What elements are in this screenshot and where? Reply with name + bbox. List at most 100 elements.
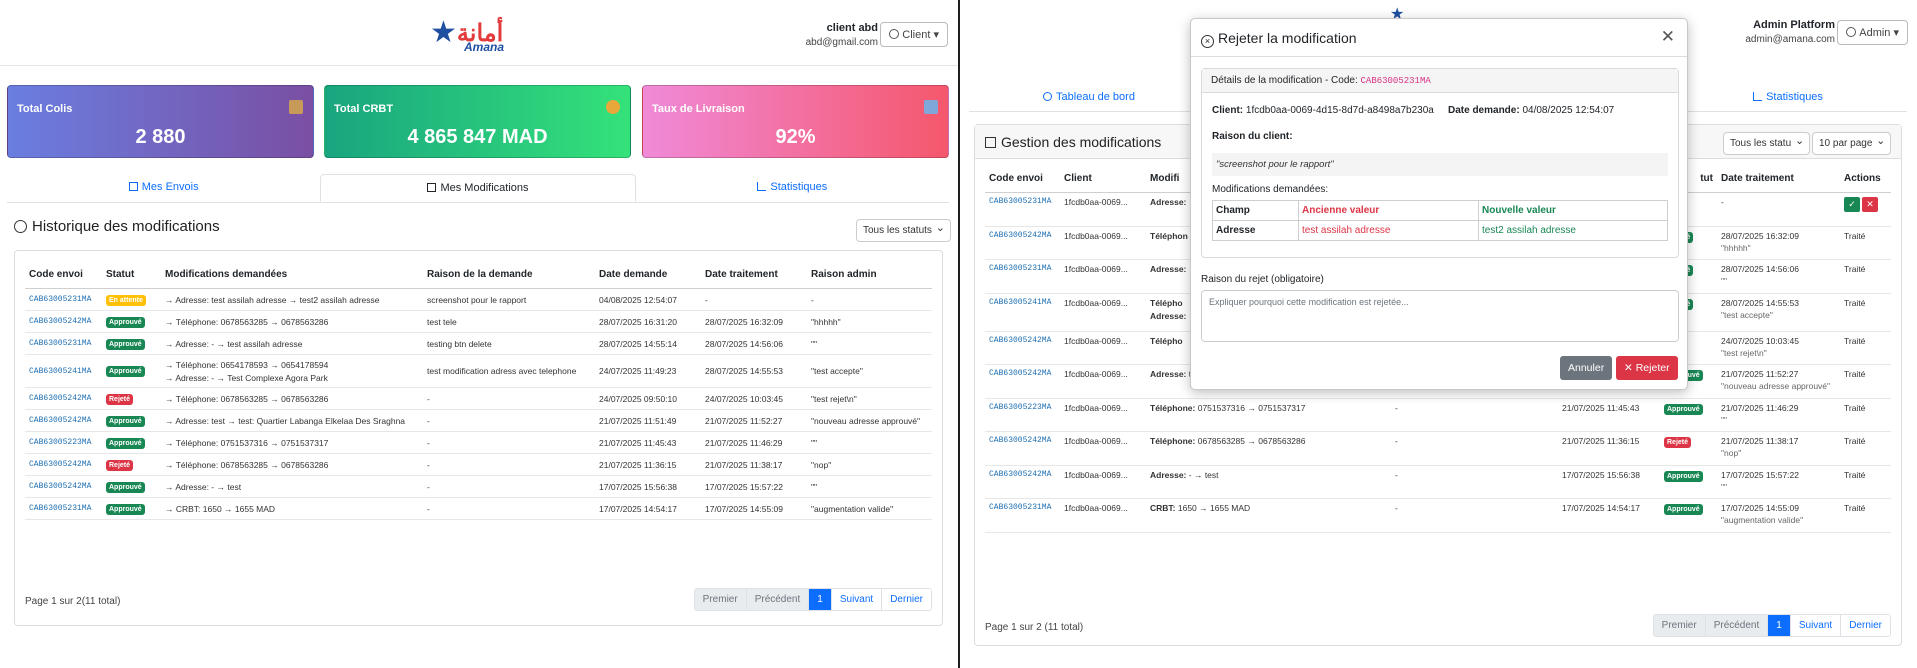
- modification-line: → Adresse: test → test: Quartier Labanga…: [165, 415, 406, 426]
- request-reason: testing btn delete: [423, 332, 595, 355]
- shipment-code[interactable]: CAB63005231MA: [25, 332, 102, 355]
- pagination-last[interactable]: Dernier: [882, 589, 931, 610]
- modification-line: → Téléphone: 0751537316 → 0751537317: [165, 437, 329, 448]
- modification-cell: Adresse: - → test: [1146, 465, 1391, 499]
- tab-mes-modifications[interactable]: Mes Modifications: [320, 174, 636, 202]
- modal-title: × Rejeter la modification: [1201, 30, 1357, 48]
- admin-reason: "": [1721, 414, 1728, 425]
- shipment-code[interactable]: CAB63005242MA: [985, 226, 1060, 260]
- column-header: Client: [1060, 165, 1146, 193]
- shipment-code[interactable]: CAB63005242MA: [985, 331, 1060, 365]
- cancel-button[interactable]: Annuler: [1560, 356, 1613, 380]
- tab-tableau-de-bord[interactable]: Tableau de bord: [969, 84, 1209, 112]
- pagination-next[interactable]: Suivant: [1790, 615, 1842, 636]
- shipment-code[interactable]: CAB63005242MA: [25, 453, 102, 476]
- stat-card-total-colis: Total Colis 2 880: [7, 85, 314, 158]
- client-line: Client: 1fcdb0aa-0069-4d15-8d7d-a8498a7b…: [1212, 105, 1434, 116]
- shipment-code[interactable]: CAB63005242MA: [985, 364, 1060, 399]
- approve-button[interactable]: ✓: [1844, 197, 1860, 212]
- status-cell: Rejeté: [1660, 431, 1717, 466]
- client-id: 1fcdb0aa-0069...: [1060, 465, 1146, 499]
- tab-statistiques[interactable]: Statistiques: [636, 174, 949, 202]
- pagination-first[interactable]: Premier: [1653, 615, 1706, 636]
- status-badge: Approuvé: [1664, 470, 1703, 482]
- tab-statistiques-admin[interactable]: Statistiques: [1669, 84, 1907, 112]
- shipment-code[interactable]: CAB63005223MA: [985, 398, 1060, 432]
- admin-role-dropdown[interactable]: Admin ▾: [1837, 20, 1908, 45]
- shipment-code[interactable]: CAB63005242MA: [25, 310, 102, 333]
- shipment-code[interactable]: CAB63005242MA: [25, 387, 102, 410]
- amana-logo[interactable]: ★ أمانة Amana: [430, 12, 530, 55]
- reject-row-button[interactable]: ✕: [1862, 197, 1878, 212]
- client-label: Client:: [1212, 105, 1244, 116]
- pagination-first[interactable]: Premier: [694, 589, 747, 610]
- actions-cell: Traité: [1840, 259, 1891, 294]
- request-reason: -: [423, 475, 595, 498]
- modification-field: Téléphone:: [1150, 436, 1196, 446]
- history-section-title: Historique des modifications: [14, 218, 220, 235]
- shipment-code[interactable]: CAB63005241MA: [25, 354, 102, 388]
- textarea-placeholder: Expliquer pourquoi cette modification es…: [1209, 297, 1409, 307]
- money-bag-icon: [606, 100, 620, 114]
- request-reason: -: [1391, 398, 1558, 432]
- actions-cell: Traité: [1840, 398, 1891, 432]
- shipment-code[interactable]: CAB63005242MA: [25, 475, 102, 498]
- column-header: Date demande: [595, 261, 701, 289]
- admin-reason: "augmentation valide": [807, 497, 932, 520]
- shipment-code[interactable]: CAB63005242MA: [985, 431, 1060, 466]
- shipment-code[interactable]: CAB63005231MA: [985, 259, 1060, 294]
- status-cell: Approuvé: [102, 354, 161, 388]
- modification-line: CRBT: 1650 → 1655 MAD: [1150, 503, 1387, 513]
- shipment-code[interactable]: CAB63005231MA: [985, 498, 1060, 533]
- reject-reason-textarea[interactable]: Expliquer pourquoi cette modification es…: [1201, 290, 1679, 342]
- actions-cell: Traité: [1840, 226, 1891, 260]
- modal-close-icon[interactable]: ✕: [1661, 27, 1675, 47]
- client-value: 1fcdb0aa-0069-4d15-8d7d-a8498a7b230a: [1245, 105, 1434, 116]
- shipment-code[interactable]: CAB63005231MA: [25, 497, 102, 520]
- client-role-dropdown[interactable]: Client ▾: [880, 22, 948, 47]
- column-header: Modifications demandées: [161, 261, 423, 289]
- pagination-next[interactable]: Suivant: [831, 589, 883, 610]
- treatment-date: 21/07/2025 11:52:27: [1721, 369, 1799, 379]
- status-badge: Rejeté: [106, 393, 134, 405]
- status-badge: Rejeté: [106, 459, 134, 471]
- mods-col-champ: Champ: [1212, 200, 1299, 221]
- x-circle-icon: ✕: [1624, 362, 1636, 374]
- shipment-code[interactable]: CAB63005231MA: [985, 192, 1060, 227]
- shipment-code[interactable]: CAB63005242MA: [985, 465, 1060, 499]
- request-reason: -: [423, 387, 595, 410]
- column-header: Code envoi: [25, 261, 102, 289]
- pagination-last[interactable]: Dernier: [1841, 615, 1890, 636]
- request-date: 17/07/2025 14:54:17: [1558, 498, 1660, 533]
- column-header: Date traitement: [701, 261, 807, 289]
- shipment-code[interactable]: CAB63005241MA: [985, 293, 1060, 332]
- request-reason: screenshot pour le rapport: [423, 288, 595, 311]
- details-header: Détails de la modification - Code: CAB63…: [1202, 69, 1678, 93]
- shipment-code[interactable]: CAB63005242MA: [25, 409, 102, 432]
- modification-line: → Téléphone: 0678563285 → 0678563286: [165, 459, 329, 470]
- admin-reason: "test rejet\n": [1721, 347, 1767, 358]
- user-info: client abd abd@gmail.com: [806, 22, 878, 48]
- reject-button-label: Rejeter: [1635, 362, 1670, 374]
- tab-mes-envois[interactable]: Mes Envois: [7, 174, 320, 202]
- request-date: 21/07/2025 11:36:15: [1558, 431, 1660, 466]
- section-title-text: Gestion des modifications: [1001, 134, 1162, 150]
- pagination-current[interactable]: 1: [809, 589, 832, 610]
- status-cell: Approuvé: [102, 497, 161, 520]
- treated-label: Traité: [1844, 264, 1866, 274]
- modifications-cell: → Téléphone: 0678563285 → 0678563286: [161, 387, 423, 410]
- shipment-code[interactable]: CAB63005231MA: [25, 288, 102, 311]
- table-row: CAB63005242MA 1fcdb0aa-0069... Adresse: - …: [985, 465, 1891, 499]
- per-page-select[interactable]: 10 par page: [1812, 132, 1892, 155]
- pagination-current[interactable]: 1: [1768, 615, 1791, 636]
- reject-button[interactable]: ✕ Rejeter: [1616, 356, 1678, 380]
- client-id: 1fcdb0aa-0069...: [1060, 331, 1146, 365]
- shipment-code[interactable]: CAB63005223MA: [25, 431, 102, 454]
- status-filter-select[interactable]: Tous les statuts: [856, 219, 951, 242]
- modification-field: Adresse:: [1150, 369, 1187, 379]
- actions-cell: Traité: [1840, 364, 1891, 399]
- pagination-previous[interactable]: Précédent: [1705, 615, 1769, 636]
- pagination-previous[interactable]: Précédent: [746, 589, 810, 610]
- table-row: CAB63005242MA Approuvé → Adresse: - → test…: [25, 475, 932, 498]
- admin-status-filter[interactable]: Tous les statu: [1723, 132, 1811, 155]
